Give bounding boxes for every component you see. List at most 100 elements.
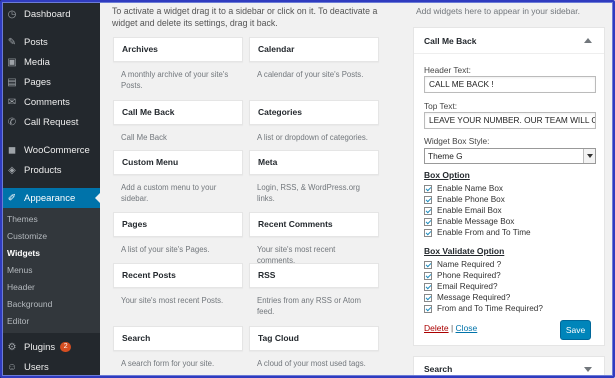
widget-call-me-back[interactable]: Call Me Back Call Me Back — [113, 100, 243, 143]
submenu-widgets[interactable]: Widgets — [0, 245, 100, 262]
widget-categories[interactable]: Categories A list or dropdown of categor… — [249, 100, 379, 143]
collapse-arrow-icon[interactable] — [584, 38, 592, 43]
checkbox-label: Phone Required? — [437, 271, 501, 280]
widget-title[interactable]: RSS — [249, 263, 379, 288]
checkbox-checked[interactable] — [424, 304, 432, 313]
sidebar-item-label: Media — [24, 56, 50, 68]
widget-description: Login, RSS, & WordPress.org links. — [257, 183, 360, 203]
sidebar-item-label: Appearance — [24, 192, 76, 204]
box-option-checkbox[interactable]: Enable Name Box — [424, 183, 503, 194]
checkbox-checked[interactable] — [424, 217, 432, 226]
checkbox-checked[interactable] — [424, 271, 432, 280]
sidebar-item-call-request[interactable]: ✆ Call Request — [0, 112, 100, 132]
box-option-checkbox[interactable]: Enable Email Box — [424, 205, 502, 216]
sidebar-item-label: Products — [24, 164, 62, 176]
call-me-back-widget-panel: Call Me Back Header Text: CALL ME BACK !… — [413, 27, 605, 346]
sidebar-item-dashboard[interactable]: ◷ Dashboard — [0, 4, 100, 24]
sidebar-item-plugins[interactable]: ⚙ Plugins 2 — [0, 337, 100, 357]
widget-pages[interactable]: Pages A list of your site's Pages. — [113, 212, 243, 255]
widget-title[interactable]: Recent Posts — [113, 263, 243, 288]
widget-title[interactable]: Calendar — [249, 37, 379, 62]
submenu-themes[interactable]: Themes — [0, 211, 100, 228]
widget-title[interactable]: Search — [113, 326, 243, 351]
widget-panel-header[interactable]: Call Me Back — [414, 28, 604, 54]
widget-description: A list or dropdown of categories. — [257, 133, 368, 142]
sidebar-item-posts[interactable]: ✎ Posts — [0, 32, 100, 52]
widget-title[interactable]: Meta — [249, 150, 379, 175]
validate-option-checkbox[interactable]: Message Required? — [424, 292, 510, 303]
checkbox-checked[interactable] — [424, 228, 432, 237]
widget-panel-title: Call Me Back — [424, 36, 477, 46]
chevron-down-icon[interactable] — [583, 149, 595, 163]
widget-search[interactable]: Search A search form for your site. — [113, 326, 243, 369]
submenu-customize[interactable]: Customize — [0, 228, 100, 245]
validate-option-checkbox[interactable]: From and To Time Required? — [424, 303, 543, 314]
widget-tag-cloud[interactable]: Tag Cloud A cloud of your most used tags… — [249, 326, 379, 369]
validate-option-checkbox[interactable]: Name Required ? — [424, 259, 501, 270]
sidebar-item-pages[interactable]: ▤ Pages — [0, 72, 100, 92]
widget-control-links: Delete | Close — [424, 323, 477, 333]
widget-title[interactable]: Tag Cloud — [249, 326, 379, 351]
box-option-checkbox[interactable]: Enable From and To Time — [424, 227, 531, 238]
box-option-checkbox[interactable]: Enable Phone Box — [424, 194, 505, 205]
submenu-background[interactable]: Background — [0, 296, 100, 313]
brush-icon: ✐ — [7, 192, 17, 204]
checkbox-checked[interactable] — [424, 206, 432, 215]
widget-archives[interactable]: Archives A monthly archive of your site'… — [113, 37, 243, 91]
box-option-title: Box Option — [424, 170, 470, 180]
close-link[interactable]: Close — [456, 323, 478, 333]
widget-meta[interactable]: Meta Login, RSS, & WordPress.org links. — [249, 150, 379, 204]
widget-calendar[interactable]: Calendar A calendar of your site's Posts… — [249, 37, 379, 80]
widget-description: A monthly archive of your site's Posts. — [121, 70, 229, 90]
search-widget-panel[interactable]: Search — [413, 356, 605, 378]
sidebar-item-label: Users — [24, 361, 49, 373]
top-text-label: Top Text: — [424, 101, 458, 111]
box-option-checkbox[interactable]: Enable Message Box — [424, 216, 514, 227]
validate-option-checkbox[interactable]: Email Required? — [424, 281, 498, 292]
widget-recent-posts[interactable]: Recent Posts Your site's most recent Pos… — [113, 263, 243, 306]
widget-box-style-select[interactable]: Theme G — [424, 148, 596, 164]
widget-description: Entries from any RSS or Atom feed. — [257, 296, 361, 316]
checkbox-checked[interactable] — [424, 282, 432, 291]
wrench-icon: ✆ — [7, 116, 17, 128]
validate-option-checkbox[interactable]: Phone Required? — [424, 270, 501, 281]
sidebar-item-appearance[interactable]: ✐ Appearance — [0, 188, 100, 208]
sidebar-item-users[interactable]: ☺ Users — [0, 357, 100, 377]
admin-sidebar: ◷ Dashboard ✎ Posts ▣ Media ▤ Pages ✉ Co… — [0, 0, 100, 378]
checkbox-checked[interactable] — [424, 293, 432, 302]
save-button[interactable]: Save — [560, 320, 591, 340]
widget-description: Your site's most recent comments. — [257, 245, 336, 265]
delete-link[interactable]: Delete — [424, 323, 449, 333]
sidebar-item-products[interactable]: ◈ Products — [0, 160, 100, 180]
sidebar-item-label: Call Request — [24, 116, 79, 128]
checkbox-checked[interactable] — [424, 195, 432, 204]
expand-arrow-icon[interactable] — [584, 367, 592, 372]
widget-title[interactable]: Categories — [249, 100, 379, 125]
widget-recent-comments[interactable]: Recent Comments Your site's most recent … — [249, 212, 379, 266]
media-icon: ▣ — [7, 56, 17, 68]
comments-icon: ✉ — [7, 96, 17, 108]
users-icon: ☺ — [6, 361, 18, 373]
sidebar-item-comments[interactable]: ✉ Comments — [0, 92, 100, 112]
submenu-menus[interactable]: Menus — [0, 262, 100, 279]
checkbox-checked[interactable] — [424, 184, 432, 193]
submenu-editor[interactable]: Editor — [0, 313, 100, 330]
sidebar-item-media[interactable]: ▣ Media — [0, 52, 100, 72]
widget-panel-header[interactable]: Search — [414, 357, 604, 378]
widget-box-style-label: Widget Box Style: — [424, 136, 490, 146]
sidebar-item-woocommerce[interactable]: ◼ WooCommerce — [0, 140, 100, 160]
widget-title[interactable]: Recent Comments — [249, 212, 379, 237]
submenu-header[interactable]: Header — [0, 279, 100, 296]
widget-title[interactable]: Pages — [113, 212, 243, 237]
header-text-input[interactable]: CALL ME BACK ! — [424, 76, 596, 93]
checkbox-checked[interactable] — [424, 260, 432, 269]
widget-title[interactable]: Archives — [113, 37, 243, 62]
sidebar-item-label: Plugins — [24, 341, 56, 353]
widget-description: Call Me Back — [121, 133, 167, 142]
widget-rss[interactable]: RSS Entries from any RSS or Atom feed. — [249, 263, 379, 317]
widget-title[interactable]: Custom Menu — [113, 150, 243, 175]
widget-title[interactable]: Call Me Back — [113, 100, 243, 125]
widget-custom-menu[interactable]: Custom Menu Add a custom menu to your si… — [113, 150, 243, 204]
update-count-badge: 2 — [60, 342, 72, 352]
top-text-input[interactable]: LEAVE YOUR NUMBER. OUR TEAM WILL C — [424, 112, 596, 129]
